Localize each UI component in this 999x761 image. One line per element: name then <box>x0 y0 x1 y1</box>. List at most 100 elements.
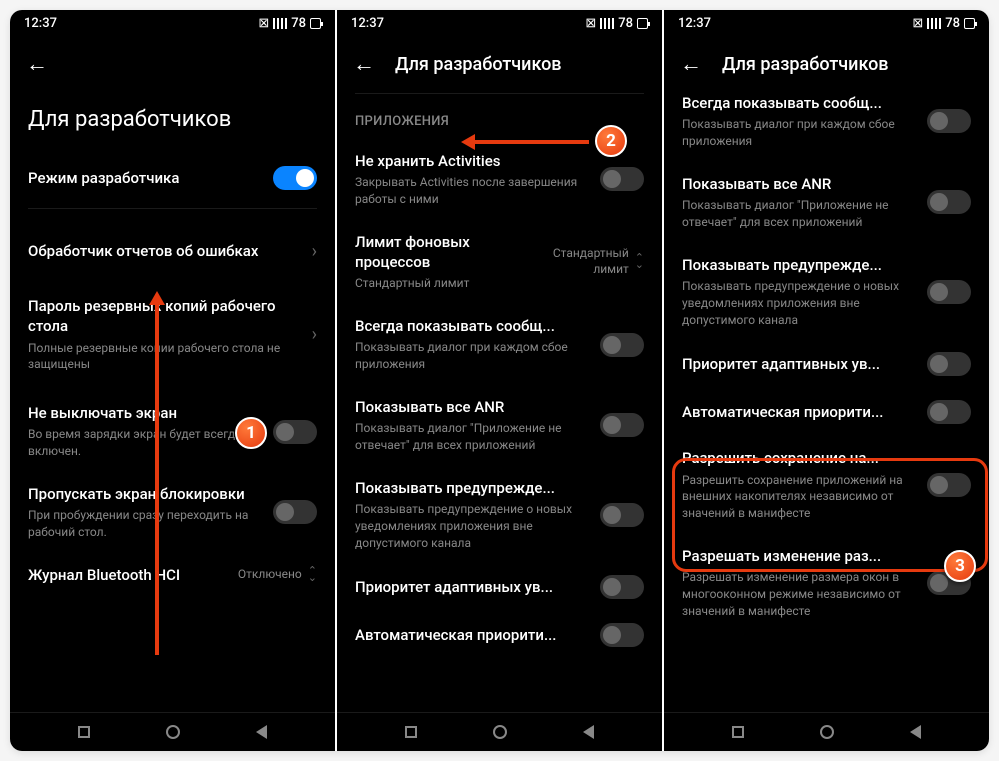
stay-awake-row[interactable]: Не выключать экран Во время зарядки экра… <box>28 385 317 472</box>
row-sub: Закрывать Activities после завершения ра… <box>355 174 590 208</box>
skip-lock-sub: При пробуждении сразу переходить на рабо… <box>28 507 263 541</box>
show-warning-row[interactable]: Показывать предупрежде... Показывать пре… <box>355 466 644 564</box>
always-show-crash-row[interactable]: Всегда показывать сообщ... Показывать ди… <box>682 87 971 162</box>
battery-icon <box>964 18 975 29</box>
page-title: Для разработчиков <box>10 87 335 154</box>
screen-2: 12:37 ⊠78 ← Для разработчиков ПРИЛОЖЕНИЯ… <box>337 10 662 751</box>
marker-3: 3 <box>944 550 976 582</box>
back-icon[interactable]: ← <box>680 51 702 77</box>
row-sub: Стандартный лимит <box>355 275 543 292</box>
stay-awake-sub: Во время зарядки экран будет всегда вклю… <box>28 426 263 460</box>
developer-mode-row[interactable]: Режим разработчика <box>28 154 317 202</box>
adaptive-priority-row[interactable]: Приоритет адаптивных ув... <box>355 563 644 611</box>
show-all-anr-row[interactable]: Показывать все ANR Показывать диалог "Пр… <box>355 385 644 466</box>
auto-priority-row[interactable]: Автоматическая приорити... <box>682 388 971 436</box>
skip-lock-label: Пропускать экран блокировки <box>28 484 263 504</box>
divider <box>355 93 644 94</box>
header-title: Для разработчиков <box>722 54 889 75</box>
screen-3: 12:37 ⊠78 ← Для разработчиков Всегда пок… <box>664 10 989 751</box>
adaptive-priority-row[interactable]: Приоритет адаптивных ув... <box>682 340 971 388</box>
status-right: ⊠78 <box>912 16 975 31</box>
bluetooth-hci-value: Отключено <box>238 567 302 583</box>
battery-pct: 78 <box>945 16 960 31</box>
toggle[interactable] <box>927 280 971 304</box>
status-time: 12:37 <box>24 16 57 31</box>
screen-1: 12:37 ⊠78 ← Для разработчиков Режим разр… <box>10 10 335 751</box>
row-title: Показывать предупрежде... <box>682 255 917 275</box>
arrow-2 <box>475 140 589 144</box>
skip-lock-row[interactable]: Пропускать экран блокировки При пробужде… <box>28 472 317 553</box>
bluetooth-hci-label: Журнал Bluetooth HCI <box>28 565 228 585</box>
toggle[interactable] <box>600 413 644 437</box>
bug-report-label: Обработчик отчетов об ошибках <box>28 241 302 261</box>
stay-awake-label: Не выключать экран <box>28 403 263 423</box>
nav-recent-icon[interactable] <box>78 726 90 738</box>
backup-password-row[interactable]: Пароль резервных копий рабочего стола По… <box>28 274 317 385</box>
toggle[interactable] <box>927 190 971 214</box>
developer-mode-label: Режим разработчика <box>28 168 263 188</box>
row-sub: Показывать предупреждение о новых уведом… <box>355 501 590 551</box>
nav-recent-icon[interactable] <box>732 726 744 738</box>
row-title: Приоритет адаптивных ув... <box>355 577 590 597</box>
toggle[interactable] <box>927 400 971 424</box>
battery-pct: 78 <box>291 16 306 31</box>
toggle[interactable] <box>600 575 644 599</box>
battery-pct: 78 <box>618 16 633 31</box>
toggle[interactable] <box>927 352 971 376</box>
bug-report-row[interactable]: Обработчик отчетов об ошибках › <box>28 215 317 274</box>
row-title: Всегда показывать сообщ... <box>682 93 917 113</box>
show-all-anr-row[interactable]: Показывать все ANR Показывать диалог "Пр… <box>682 162 971 243</box>
auto-priority-row[interactable]: Автоматическая приорити... <box>355 611 644 659</box>
nav-back-icon[interactable] <box>256 725 267 739</box>
nav-home-icon[interactable] <box>493 725 507 739</box>
toggle[interactable] <box>600 333 644 357</box>
header-title: Для разработчиков <box>395 54 562 75</box>
nav-back-icon[interactable] <box>583 725 594 739</box>
nav-home-icon[interactable] <box>166 725 180 739</box>
chevron-right-icon: › <box>312 324 317 345</box>
nav-recent-icon[interactable] <box>405 726 417 738</box>
toggle[interactable] <box>600 623 644 647</box>
back-icon[interactable]: ← <box>353 51 375 77</box>
header: ← Для разработчиков <box>664 37 989 87</box>
status-bar: 12:37 ⊠78 <box>664 10 989 37</box>
updown-icon: ⌃⌄ <box>308 568 317 581</box>
skip-lock-toggle[interactable] <box>273 500 317 524</box>
header: ← Для разработчиков <box>337 37 662 87</box>
divider <box>28 208 317 209</box>
nav-back-icon[interactable] <box>910 725 921 739</box>
toggle[interactable] <box>600 503 644 527</box>
row-title: Всегда показывать сообщ... <box>355 316 590 336</box>
chevron-right-icon: › <box>312 241 317 262</box>
back-icon[interactable]: ← <box>26 51 48 77</box>
nav-bar <box>664 712 989 751</box>
row-title: Автоматическая приорити... <box>682 402 917 422</box>
row-title: Показывать все ANR <box>355 397 590 417</box>
backup-password-sub: Полные резервные копии рабочего стола не… <box>28 340 302 374</box>
highlight-box <box>672 458 988 572</box>
battery-icon <box>310 18 321 29</box>
row-title: Автоматическая приорити... <box>355 625 590 645</box>
status-right: ⊠78 <box>258 16 321 31</box>
status-bar: 12:37 ⊠78 <box>337 10 662 37</box>
developer-mode-toggle[interactable] <box>273 166 317 190</box>
battery-icon <box>637 18 648 29</box>
row-sub: Показывать диалог "Приложение не отвечае… <box>682 197 917 231</box>
nav-bar <box>337 712 662 751</box>
stay-awake-toggle[interactable] <box>273 420 317 444</box>
row-title: Не хранить Activities <box>355 151 590 171</box>
row-title: Лимит фоновых процессов <box>355 232 543 273</box>
nav-home-icon[interactable] <box>820 725 834 739</box>
marker-1: 1 <box>235 417 267 449</box>
always-show-crash-row[interactable]: Всегда показывать сообщ... Показывать ди… <box>355 304 644 385</box>
row-title: Приоритет адаптивных ув... <box>682 354 917 374</box>
status-right: ⊠78 <box>585 16 648 31</box>
row-title: Показывать предупрежде... <box>355 478 590 498</box>
row-sub: Разрешать изменение размера окон в много… <box>682 569 917 619</box>
header: ← <box>10 37 335 87</box>
bg-process-limit-row[interactable]: Лимит фоновых процессов Стандартный лими… <box>355 220 644 304</box>
bluetooth-hci-row[interactable]: Журнал Bluetooth HCI Отключено ⌃⌄ <box>28 553 317 597</box>
show-warning-row[interactable]: Показывать предупрежде... Показывать пре… <box>682 243 971 341</box>
toggle[interactable] <box>927 109 971 133</box>
toggle[interactable] <box>600 167 644 191</box>
